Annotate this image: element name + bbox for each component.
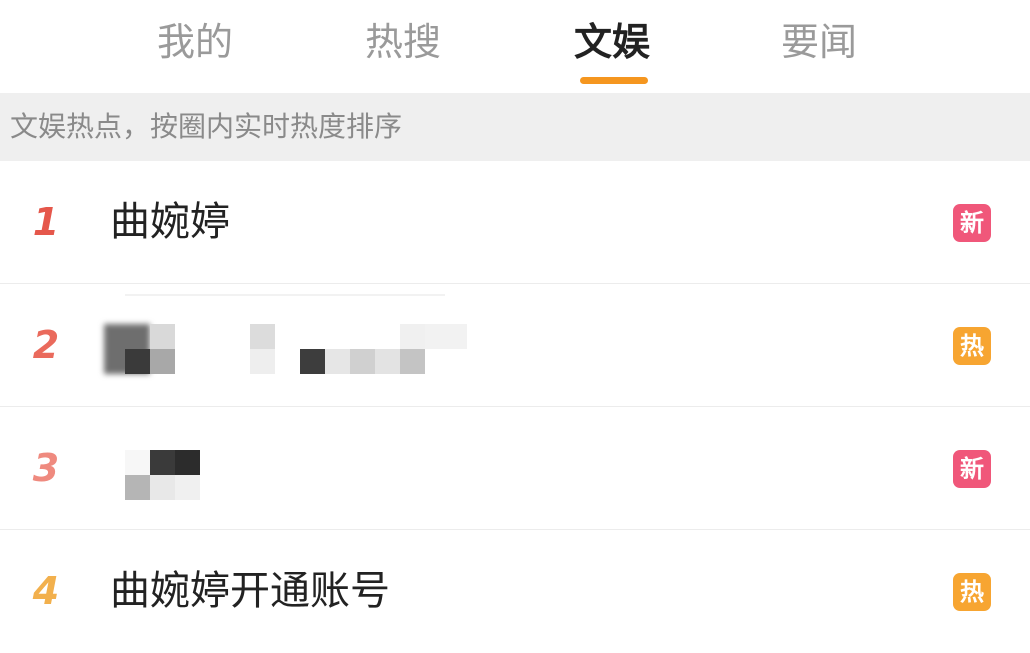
new-badge: 新 [953, 450, 991, 488]
hot-badge: 热 [953, 327, 991, 365]
tab-headlines[interactable]: 要闻 [764, 14, 874, 70]
redacted-title-mosaic [0, 284, 1030, 407]
topic-title[interactable]: 曲婉婷 [110, 161, 230, 284]
active-tab-indicator [580, 77, 648, 84]
list-item[interactable]: 2 热 [0, 284, 1030, 407]
list-item[interactable]: 3 新 [0, 407, 1030, 530]
trending-list: 1 曲婉婷 新 2 热 3 新 4 曲婉婷开通账号 热 [0, 161, 1030, 653]
list-item[interactable]: 1 曲婉婷 新 [0, 161, 1030, 284]
redacted-title-mosaic [0, 407, 1030, 530]
tab-hot-search[interactable]: 热搜 [348, 14, 458, 70]
hot-badge: 热 [953, 573, 991, 611]
list-item[interactable]: 4 曲婉婷开通账号 热 [0, 530, 1030, 653]
new-badge: 新 [953, 204, 991, 242]
tab-entertainment[interactable]: 文娱 [557, 14, 667, 70]
tab-bar: 我的 热搜 文娱 要闻 [0, 0, 1030, 93]
rank-number: 1 [32, 200, 60, 244]
section-description: 文娱热点，按圈内实时热度排序 [0, 93, 1030, 161]
tab-mine[interactable]: 我的 [140, 14, 250, 70]
rank-number: 4 [32, 569, 60, 613]
topic-title[interactable]: 曲婉婷开通账号 [110, 530, 390, 653]
